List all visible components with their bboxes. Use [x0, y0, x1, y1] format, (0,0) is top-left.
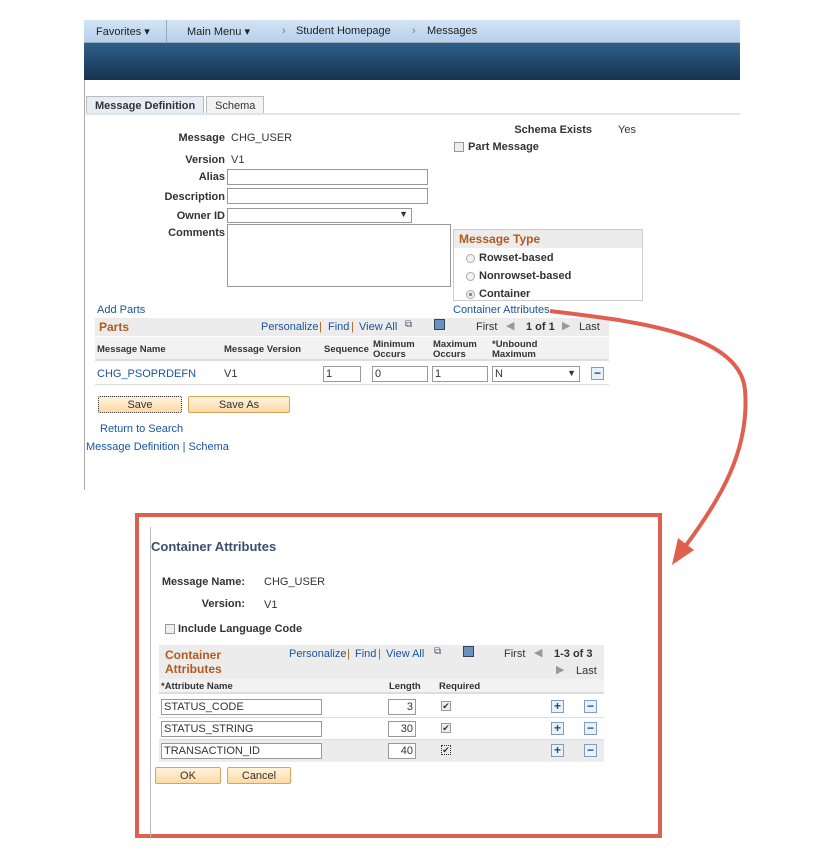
version-value: V1 [264, 599, 278, 611]
zoom-icon[interactable]: ⧉ [434, 646, 441, 657]
required-checkbox[interactable]: ✔ [441, 701, 451, 711]
length-input[interactable] [388, 699, 416, 715]
attribute-name-input[interactable] [161, 699, 322, 715]
delete-row-button[interactable]: − [584, 722, 597, 735]
include-language-code-checkbox[interactable] [165, 624, 175, 634]
attributes-grid-header: Container Attributes Personalize | Find … [159, 645, 604, 679]
grid-title: Container Attributes [165, 648, 222, 676]
sep: | [347, 648, 350, 660]
personalize-link[interactable]: Personalize [289, 648, 346, 660]
col-header: *Attribute Name [161, 681, 233, 692]
container-attributes-popup: Container Attributes Message Name: CHG_U… [135, 513, 662, 838]
row-range: 1-3 of 3 [554, 648, 593, 660]
length-input[interactable] [388, 721, 416, 737]
add-row-button[interactable]: + [551, 722, 564, 735]
message-name-value: CHG_USER [264, 576, 326, 588]
ok-button[interactable]: OK [155, 767, 221, 784]
add-row-button[interactable]: + [551, 744, 564, 757]
cancel-button[interactable]: Cancel [227, 767, 291, 784]
popup-title: Container Attributes [151, 539, 277, 554]
sep: | [378, 648, 381, 660]
table-row: ✔ + − [159, 696, 604, 718]
include-language-code-label: Include Language Code [178, 623, 303, 635]
next-icon[interactable]: ▶ [556, 663, 564, 676]
col-header: Length [389, 681, 421, 692]
first-link: First [504, 648, 526, 660]
add-row-button[interactable]: + [551, 700, 564, 713]
last-link: Last [576, 665, 597, 677]
col-header: Required [439, 681, 481, 692]
download-grid-icon[interactable] [463, 646, 474, 657]
find-link[interactable]: Find [355, 648, 376, 660]
attribute-name-input[interactable] [161, 743, 322, 759]
delete-row-button[interactable]: − [584, 700, 597, 713]
required-checkbox[interactable]: ✔ [441, 745, 451, 755]
table-row: ✔ + − [159, 740, 604, 762]
version-label: Version: [201, 598, 245, 610]
prev-icon[interactable]: ◀ [534, 646, 542, 659]
delete-row-button[interactable]: − [584, 744, 597, 757]
view-all-link[interactable]: View All [386, 648, 424, 660]
table-row: ✔ + − [159, 718, 604, 740]
length-input[interactable] [388, 743, 416, 759]
attributes-column-headers: *Attribute Name Length Required [159, 679, 604, 694]
message-name-label: Message Name: [161, 576, 245, 588]
attribute-name-input[interactable] [161, 721, 322, 737]
required-checkbox[interactable]: ✔ [441, 723, 451, 733]
